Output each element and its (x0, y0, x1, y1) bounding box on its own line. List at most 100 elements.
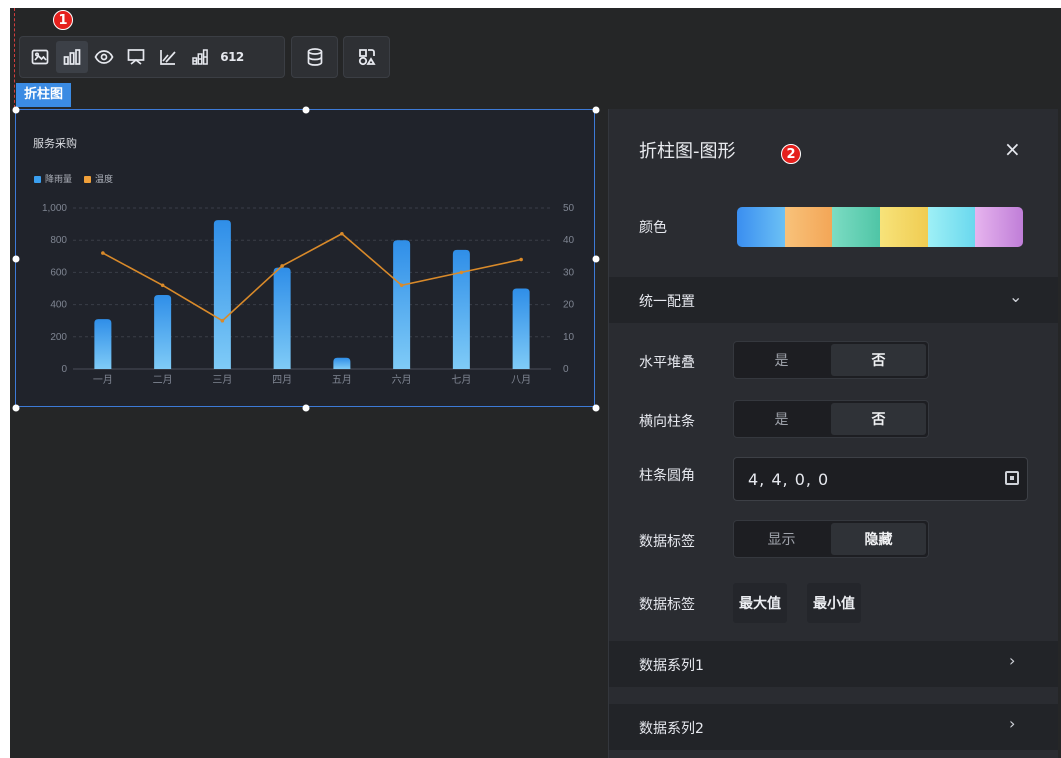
y-right-tick-label: 30 (563, 267, 575, 278)
palette-swatch-3[interactable] (832, 207, 881, 247)
bar-八月 (512, 288, 530, 369)
chevron-right-icon: › (1009, 714, 1016, 733)
palette-swatch-1[interactable] (737, 207, 785, 247)
line-point (160, 283, 165, 288)
bar-五月 (333, 357, 351, 369)
line-point (101, 251, 105, 255)
section-series-1[interactable]: 数据系列1 › (609, 641, 1058, 687)
section-series-2[interactable]: 数据系列2 › (609, 704, 1058, 750)
h-stack-yes[interactable]: 是 (734, 342, 829, 378)
y-left-tick-label: 800 (50, 235, 67, 246)
x-tick-label: 五月 (332, 374, 352, 386)
y-left-tick-label: 200 (50, 332, 67, 343)
line-point (459, 270, 464, 275)
y-left-tick-label: 400 (50, 300, 67, 311)
chevron-right-icon: › (1009, 651, 1016, 670)
resize-handle[interactable] (592, 255, 600, 263)
resize-handle[interactable] (302, 404, 310, 412)
h-bars-yes[interactable]: 是 (734, 401, 829, 437)
resize-handle[interactable] (12, 404, 20, 412)
resize-handle[interactable] (592, 106, 600, 114)
bar-一月 (94, 319, 112, 369)
bar-radius-input[interactable]: 4, 4, 0, 0 (733, 457, 1028, 501)
resize-handle[interactable] (592, 404, 600, 412)
x-tick-label: 二月 (153, 374, 173, 386)
line-point (519, 257, 523, 262)
y-right-tick-label: 10 (563, 332, 575, 343)
y-right-tick-label: 50 (563, 203, 575, 214)
palette-swatch-6[interactable] (975, 207, 1023, 247)
bar-radius-label: 柱条圆角 (639, 468, 695, 484)
bar-六月 (393, 240, 411, 369)
y-left-tick-label: 600 (50, 267, 67, 278)
section-label: 数据系列2 (639, 721, 704, 737)
data-label-chips-label: 数据标签 (639, 597, 695, 613)
line-point (340, 231, 344, 236)
bar-四月 (273, 267, 291, 369)
palette-swatch-2[interactable] (784, 207, 833, 247)
resize-handle[interactable] (12, 106, 20, 114)
x-tick-label: 四月 (272, 374, 292, 386)
image-icon[interactable] (24, 41, 56, 73)
bar-三月 (213, 220, 231, 369)
data-label-hide[interactable]: 隐藏 (831, 523, 926, 555)
x-tick-label: 六月 (392, 374, 412, 386)
comment-icon[interactable] (120, 41, 152, 73)
component-toolbar: 612 (19, 36, 285, 78)
chip-max-value[interactable]: 最大值 (733, 583, 787, 623)
resize-handle[interactable] (302, 106, 310, 114)
h-bars-label: 横向柱条 (639, 414, 695, 430)
bar-七月 (452, 249, 470, 369)
line-point (280, 264, 284, 268)
bar-chart-icon[interactable] (56, 41, 88, 73)
chevron-down-icon: ⌄ (1009, 287, 1023, 306)
resize-handle[interactable] (12, 255, 20, 263)
line-point (399, 283, 404, 288)
y-left-tick-label: 0 (61, 364, 67, 375)
color-label: 颜色 (639, 220, 667, 236)
color-palette-picker[interactable] (737, 207, 1023, 247)
bar-line-chart-component[interactable]: 服务采购 降雨量 温度 0 200 400 600 800 1,000 0 10 20 30 40 5… (12, 106, 600, 412)
data-label-toggle-label: 数据标签 (639, 534, 695, 550)
x-tick-label: 七月 (451, 374, 471, 386)
component-tag[interactable]: 折柱图 (16, 83, 72, 107)
stacked-bar-icon[interactable] (184, 41, 216, 73)
alignment-guide (14, 8, 15, 108)
chart-plot: 0 200 400 600 800 1,000 0 10 20 30 40 50 一月 二月 三月 四月 五月 六… (42, 203, 575, 386)
x-tick-label: 八月 (511, 374, 531, 386)
h-bars-toggle: 是 否 (733, 400, 929, 438)
h-stack-no[interactable]: 否 (831, 344, 926, 376)
line-point (220, 318, 225, 323)
section-label: 统一配置 (639, 294, 695, 310)
bar-radius-value: 4, 4, 0, 0 (748, 470, 830, 489)
palette-swatch-5[interactable] (927, 207, 976, 247)
h-bars-no[interactable]: 否 (831, 403, 926, 435)
corner-radius-icon[interactable] (1005, 471, 1019, 485)
axis-chart-icon[interactable] (152, 41, 184, 73)
shapes-icon[interactable] (351, 41, 383, 73)
number-icon[interactable]: 612 (216, 41, 248, 73)
y-right-tick-label: 40 (563, 235, 575, 246)
step-badge-1: 1 (53, 10, 73, 30)
y-right-tick-label: 0 (563, 364, 569, 375)
section-label: 数据系列1 (639, 658, 704, 674)
bar-二月 (154, 294, 172, 369)
radar-icon[interactable] (88, 41, 120, 73)
data-label-show[interactable]: 显示 (734, 521, 829, 557)
panel-title: 折柱图-图形 (639, 141, 736, 162)
h-stack-label: 水平堆叠 (639, 355, 695, 371)
h-stack-toggle: 是 否 (733, 341, 929, 379)
data-label-toggle: 显示 隐藏 (733, 520, 929, 558)
y-right-tick-label: 20 (563, 300, 575, 311)
design-canvas[interactable]: 612 1 折柱图 服务采购 降雨量 温度 0 200 400 600 800 1,000… (10, 8, 1061, 758)
palette-swatch-4[interactable] (880, 207, 928, 247)
shape-toolbar (343, 36, 390, 78)
step-badge-2: 2 (781, 144, 801, 164)
section-unified-config[interactable]: 统一配置 ⌄ (609, 277, 1058, 323)
database-icon[interactable] (299, 41, 331, 73)
x-tick-label: 一月 (93, 374, 113, 386)
x-tick-label: 三月 (212, 374, 232, 386)
close-icon[interactable]: × (1004, 137, 1021, 161)
chip-min-value[interactable]: 最小值 (807, 583, 861, 623)
settings-panel: 折柱图-图形 2 × 颜色 统一配置 ⌄ 水平堆叠 是 否 横向柱条 是 否 柱… (608, 109, 1058, 758)
